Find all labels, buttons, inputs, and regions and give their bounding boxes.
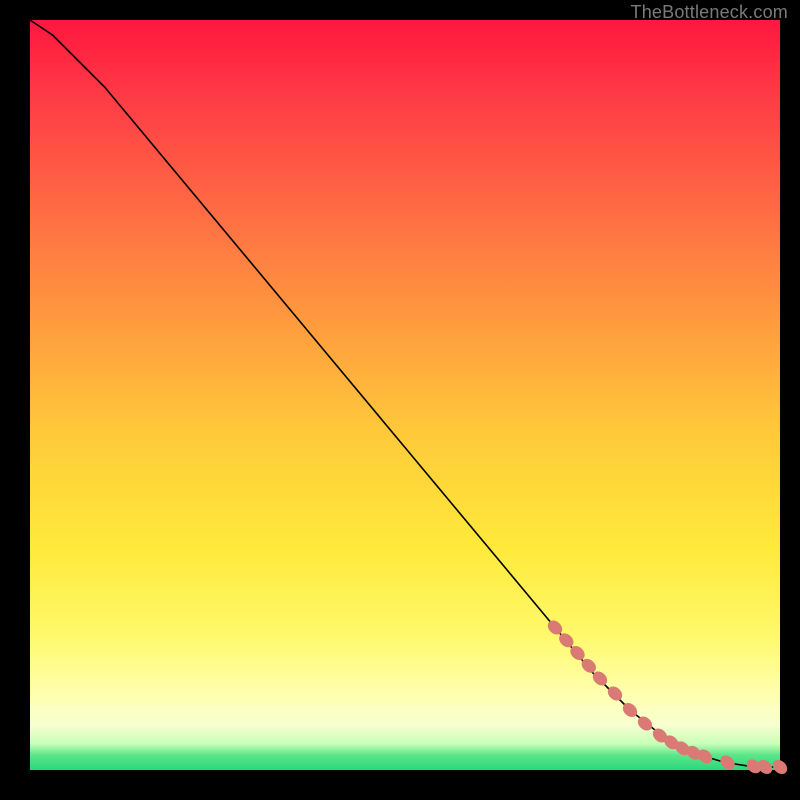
marker-dot <box>605 684 625 704</box>
plot-area <box>30 20 780 770</box>
chart-stage: TheBottleneck.com <box>0 0 800 800</box>
trend-curve <box>30 20 780 767</box>
marker-dot <box>718 753 738 773</box>
marker-group <box>545 618 790 777</box>
plot-overlay-svg <box>30 20 780 770</box>
